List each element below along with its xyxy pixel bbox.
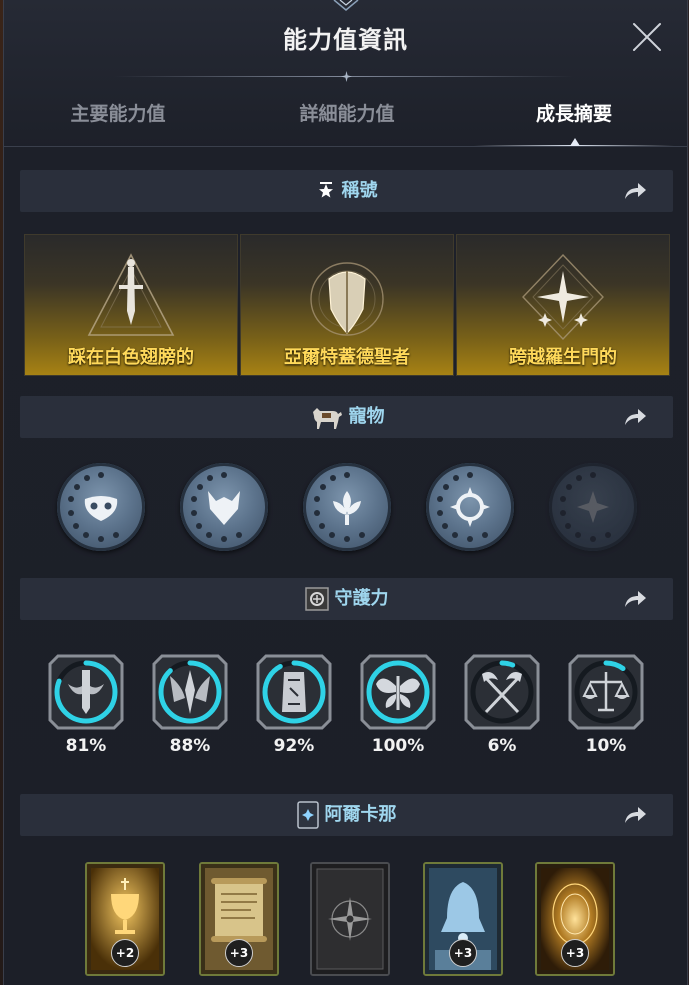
horse-icon — [312, 408, 342, 429]
window-title: 能力值資訊 — [283, 26, 408, 54]
guardian-slot[interactable]: 6% — [460, 650, 544, 760]
guardian-slot[interactable]: 10% — [564, 650, 648, 760]
title-name: 跨越羅生門的 — [509, 347, 617, 368]
arcana-card[interactable]: +3 — [199, 862, 279, 976]
star-diamond-emblem-icon — [522, 253, 604, 341]
active-tab-caret-icon — [570, 138, 580, 146]
lotus-pet-icon — [314, 472, 365, 542]
guardian-percent: 88% — [169, 736, 211, 756]
guardian-slot[interactable]: 81% — [44, 650, 128, 760]
sun-pet-icon — [437, 472, 490, 542]
pet-slot-locked[interactable] — [549, 463, 637, 551]
pet-slot[interactable] — [303, 463, 391, 551]
crossed-scythes-icon — [464, 654, 540, 730]
tab-main-stats[interactable]: 主要能力值 — [18, 92, 218, 136]
flower-pet-icon — [560, 472, 611, 542]
guardian-slot[interactable]: 88% — [148, 650, 232, 760]
title-bar: 能力值資訊 — [4, 0, 687, 82]
butterfly-icon — [360, 654, 436, 730]
guardian-emblem-icon — [304, 587, 329, 611]
guardian-section-header: 守護力 — [20, 578, 673, 620]
pet-slot[interactable] — [57, 463, 145, 551]
wolf-pet-icon — [191, 472, 242, 542]
card-icon — [296, 801, 319, 829]
stats-info-panel: 能力值資訊 主要能力值 詳細能力值 成長摘要 稱號 踩在白色翅膀的 亞爾特蓋德聖… — [3, 0, 688, 985]
tab-detailed-stats[interactable]: 詳細能力值 — [247, 92, 447, 136]
owl-pet-icon — [68, 472, 119, 542]
arcana-section-header: 阿爾卡那 — [20, 794, 673, 836]
guardian-share-icon[interactable] — [623, 589, 647, 609]
title-name: 踩在白色翅膀的 — [68, 347, 194, 368]
guardian-percent: 92% — [273, 736, 315, 756]
title-name: 亞爾特蓋德聖者 — [284, 347, 410, 368]
arcana-card-empty[interactable] — [310, 862, 390, 976]
sword-triangle-emblem-icon — [87, 253, 175, 336]
arcana-level-badge: +3 — [225, 939, 253, 967]
arcana-level-badge: +2 — [111, 939, 139, 967]
compass-card-back — [312, 864, 388, 974]
scales-icon — [568, 654, 644, 730]
arcana-card[interactable]: +2 — [85, 862, 165, 976]
pets-section-label: 寵物 — [348, 406, 385, 427]
pets-section-header: 寵物 — [20, 396, 673, 438]
arcana-card[interactable]: +3 — [423, 862, 503, 976]
guardian-percent: 10% — [585, 736, 627, 756]
pet-slot[interactable] — [426, 463, 514, 551]
arcana-card[interactable]: +3 — [535, 862, 615, 976]
arcana-section-label: 阿爾卡那 — [324, 804, 397, 825]
titles-share-icon[interactable] — [623, 181, 647, 201]
tab-growth-summary[interactable]: 成長摘要 — [474, 92, 674, 136]
winged-blade-icon — [152, 654, 228, 730]
rune-stone-icon — [256, 654, 332, 730]
tab-bar: 主要能力值 詳細能力值 成長摘要 — [4, 92, 687, 148]
divider-star-icon — [341, 71, 352, 82]
title-card[interactable]: 跨越羅生門的 — [456, 234, 670, 376]
guardian-slot[interactable]: 92% — [252, 650, 336, 760]
pets-share-icon[interactable] — [623, 407, 647, 427]
arcana-level-badge: +3 — [449, 939, 477, 967]
guardian-percent: 6% — [487, 736, 517, 756]
titles-section-header: 稱號 — [20, 170, 673, 212]
close-icon[interactable] — [630, 20, 664, 54]
pet-slot[interactable] — [180, 463, 268, 551]
guardian-percent: 100% — [371, 736, 425, 756]
star-icon — [318, 182, 333, 198]
titles-section-label: 稱號 — [341, 180, 378, 201]
title-card[interactable]: 踩在白色翅膀的 — [24, 234, 238, 376]
title-card[interactable]: 亞爾特蓋德聖者 — [240, 234, 454, 376]
top-ornament-icon — [333, 0, 359, 11]
shield-emblem-icon — [310, 262, 384, 336]
sword-wings-icon — [48, 654, 124, 730]
guardian-percent: 81% — [65, 736, 107, 756]
guardian-section-label: 守護力 — [334, 588, 389, 609]
guardian-slot[interactable]: 100% — [356, 650, 440, 760]
arcana-share-icon[interactable] — [623, 805, 647, 825]
tabs-divider — [4, 146, 687, 147]
arcana-level-badge: +3 — [561, 939, 589, 967]
